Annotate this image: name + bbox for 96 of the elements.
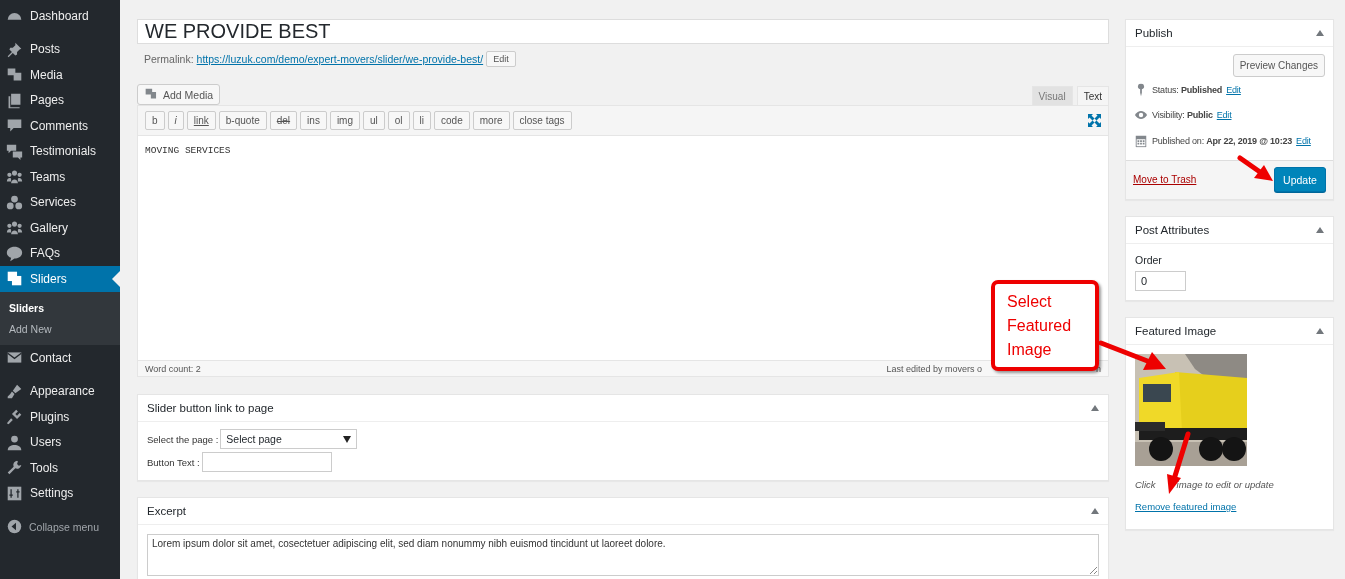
sidebar-item[interactable]: FAQs [0,240,120,266]
collapse-toggle-icon[interactable] [1316,327,1324,334]
people-icon [6,168,23,186]
settings-icon [6,484,23,502]
submenu-item[interactable]: Add New [0,319,120,340]
editor-tab[interactable]: Visual [1031,86,1073,105]
resize-handle-icon[interactable] [1089,566,1097,574]
calendar-icon [1134,133,1148,148]
quicktag-button[interactable]: link [186,111,216,130]
edit-link[interactable]: Edit [1216,110,1232,121]
annotation-arrow [1237,155,1273,181]
brush-icon [6,382,23,400]
hint-text: image to edit or update [1176,478,1274,490]
remove-featured-image-link[interactable]: Remove featured image [1135,500,1237,512]
title-field[interactable]: WE PROVIDE BEST [137,19,1109,44]
sidebar-item[interactable]: Plugins [0,404,120,430]
quicktag-button[interactable]: del [269,111,298,130]
submenu-item[interactable]: Sliders [0,298,120,319]
dropdown-caret-icon [343,435,352,443]
publish-info: Published on: Apr 22, 2019 @ 10:23 [1152,135,1293,146]
wrench-icon [6,459,23,477]
sidebar-item[interactable]: Teams [0,164,120,190]
sidebar-item[interactable]: Media [0,62,120,88]
quicktag-button[interactable]: more [472,111,510,130]
speech-bubble-icon [6,244,23,262]
sidebar-item[interactable]: Dashboard [0,3,120,29]
current-pointer [112,271,120,287]
quicktag-button[interactable]: ins [300,111,327,130]
quicktag-button[interactable]: ul [363,111,385,130]
person-icon [6,433,23,451]
pages-icon [6,91,23,109]
annotation-callout: Select Featured Image [991,280,1099,371]
hint-text: Click [1135,478,1156,490]
sidebar-item[interactable]: Posts [0,36,120,62]
field-label: Button Text : [147,456,200,468]
last-edited-text: n [1096,363,1101,374]
sidebar-item[interactable]: Appearance [0,378,120,404]
sidebar-item[interactable]: Testimonials [0,138,120,164]
box-title: Excerpt [147,505,186,517]
box-title: Publish [1135,27,1173,39]
box-title: Post Attributes [1135,223,1210,236]
circles-icon [6,193,23,211]
box-title: Featured Image [1135,324,1217,337]
quicktag-button[interactable]: code [434,111,470,130]
update-button[interactable]: Update [1274,167,1326,192]
field-label: Select the page : [147,433,219,445]
publish-info: Status: Published [1152,84,1223,95]
collapse-toggle-icon[interactable] [1316,226,1324,233]
quicktag-button[interactable]: li [412,111,432,130]
sidebar-item[interactable]: Tools [0,455,120,481]
collapse-menu-button[interactable]: Collapse menu [0,514,120,539]
last-edited-text: Last edited by movers o [886,363,982,374]
plug-icon [6,408,23,426]
sidebar-item[interactable]: Users [0,429,120,455]
publish-info: Visibility: Public [1152,110,1213,121]
box-title: Slider button link to page [147,402,274,414]
quicktag-button[interactable]: close tags [512,111,572,130]
excerpt-field[interactable]: Lorem ipsum dolor sit amet, cosectetuer adipiscing elit, sed diam nonummy nibh euismod tincidunt ut laoreet dolore. [147,534,1099,576]
sidebar-item[interactable]: Services [0,189,120,215]
collapse-toggle-icon[interactable] [1091,405,1099,411]
page-dropdown[interactable]: Select page [220,429,358,449]
add-media-button[interactable]: Add Media [137,84,221,105]
sidebar-item[interactable]: Gallery [0,215,120,241]
collapse-toggle-icon[interactable] [1091,508,1099,514]
move-to-trash-link[interactable]: Move to Trash [1133,174,1197,185]
permalink-link[interactable]: https://luzuk.com/demo/expert-movers/slider/we-provide-best/ [196,53,484,65]
edit-link[interactable]: Edit [1296,135,1311,146]
sidebar-item[interactable]: Settings [0,480,120,506]
word-count: Word count: 2 [145,363,201,374]
edit-link[interactable]: Edit [1226,84,1241,95]
collapse-icon [7,519,22,534]
field-label: Order [1135,253,1162,266]
people-icon [6,219,23,237]
sidebar-item[interactable]: Sliders [0,266,120,292]
edit-permalink-button[interactable]: Edit [486,51,516,67]
quicktag-button[interactable]: b [145,111,165,130]
sidebar-item[interactable]: Comments [0,113,120,139]
fullscreen-icon[interactable] [1088,114,1101,127]
quicktag-button[interactable]: img [329,111,360,130]
media-icon [144,88,159,101]
quicktag-button[interactable]: b-quote [218,111,267,130]
permalink-label: Permalink: [144,53,194,65]
speech-bubbles-icon [6,142,23,160]
sidebar-item[interactable]: Contact [0,345,120,371]
annotation-arrow [1098,340,1166,370]
order-field[interactable]: 0 [1135,270,1186,291]
button-text-field[interactable] [201,452,332,472]
collapse-toggle-icon[interactable] [1316,30,1324,36]
pushpin-icon [6,40,23,58]
editor-text: MOVING SERVICES [145,145,231,156]
preview-changes-button[interactable]: Preview Changes [1232,54,1325,77]
slides-icon [6,270,23,288]
editor-tab[interactable]: Text [1076,86,1109,105]
quicktag-button[interactable]: i [167,111,184,130]
sidebar-item[interactable]: Pages [0,87,120,113]
quicktag-button[interactable]: ol [387,111,410,130]
